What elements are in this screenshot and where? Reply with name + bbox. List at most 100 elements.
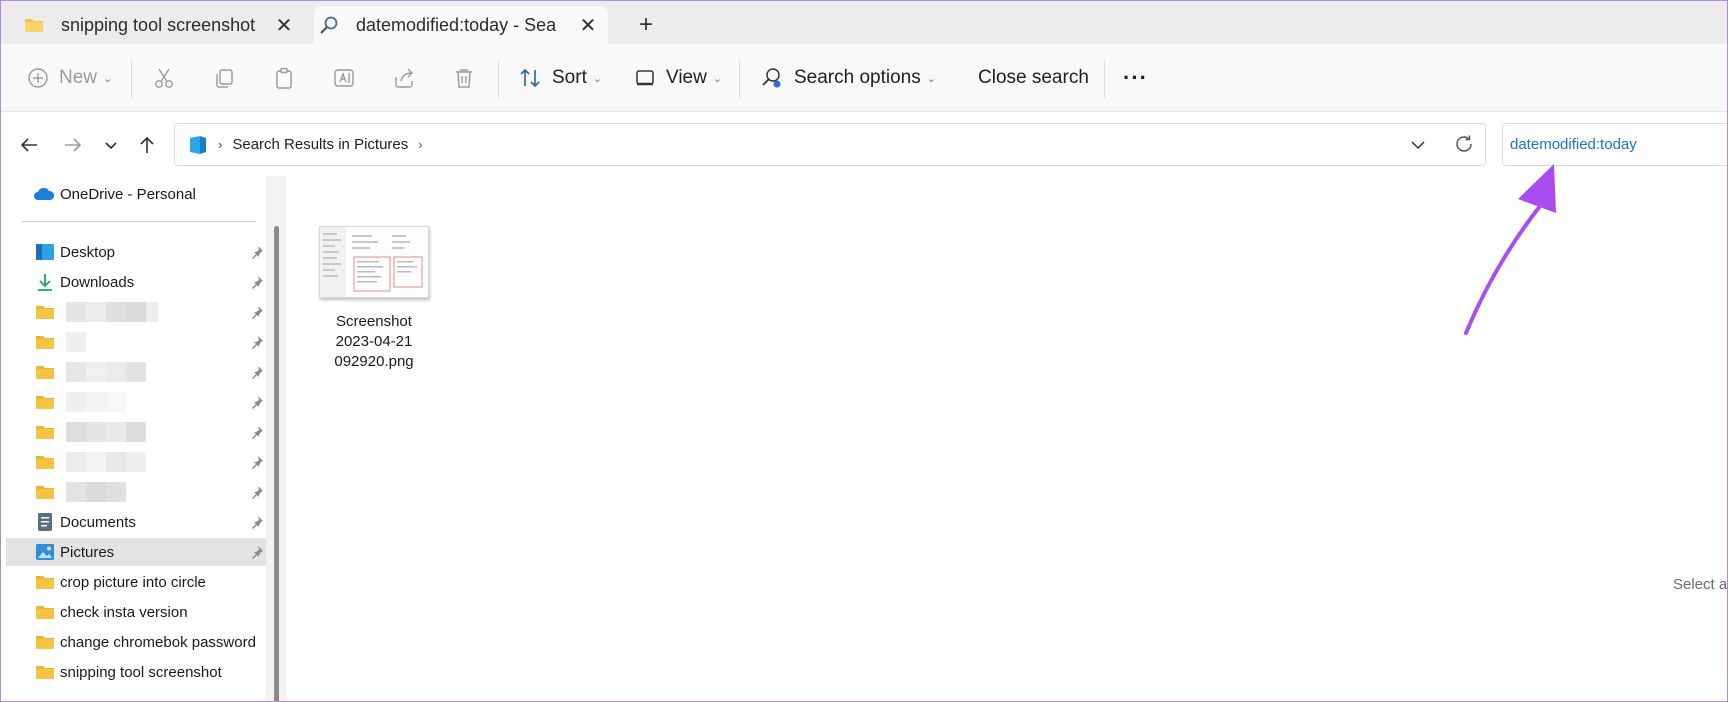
annotation-arrow	[1464, 164, 1556, 335]
sidebar-item-redacted-folder[interactable]	[6, 358, 266, 386]
file-name-line: Screenshot	[336, 313, 412, 330]
breadcrumb-separator-icon: ›	[418, 137, 423, 152]
pin-icon	[249, 454, 265, 470]
cut-button[interactable]	[152, 44, 176, 112]
paste-button[interactable]	[272, 44, 296, 112]
sidebar-divider	[22, 221, 256, 222]
up-button[interactable]	[132, 130, 162, 160]
sort-icon	[518, 66, 542, 90]
new-button[interactable]: New ⌄	[27, 44, 112, 112]
copy-icon	[212, 66, 236, 90]
sidebar-scrollbar-thumb[interactable]	[274, 226, 279, 701]
toolbar-divider	[498, 60, 499, 98]
delete-button[interactable]	[452, 44, 476, 112]
sidebar-item-redacted-folder[interactable]	[6, 478, 266, 506]
folder-icon	[34, 481, 56, 503]
search-icon	[314, 15, 344, 35]
sidebar-item-redacted-folder[interactable]	[6, 328, 266, 356]
more-options-button[interactable]: ···	[1123, 44, 1148, 112]
folder-icon	[34, 361, 56, 383]
share-icon	[392, 66, 416, 90]
close-tab-icon[interactable]: ✕	[576, 13, 600, 37]
breadcrumb-search-results[interactable]: Search Results in Pictures	[232, 136, 408, 153]
rename-icon	[332, 66, 356, 90]
folder-icon	[34, 391, 56, 413]
folder-icon	[34, 571, 56, 593]
chevron-down-icon: ⌄	[592, 72, 603, 85]
close-search-label: Close search	[978, 67, 1089, 88]
view-label: View	[666, 67, 707, 88]
toolbar-divider	[131, 60, 132, 98]
recent-locations-button[interactable]	[96, 130, 126, 160]
navigation-pane: OneDrive - Personal Desktop Downloads Do…	[1, 176, 266, 701]
close-tab-icon[interactable]: ✕	[272, 13, 296, 37]
sidebar-item-onedrive[interactable]: OneDrive - Personal	[6, 180, 266, 208]
sidebar-item-label: Desktop	[60, 243, 116, 261]
chevron-down-icon: ⌄	[926, 72, 936, 85]
breadcrumb-separator-icon: ›	[218, 137, 223, 152]
redacted-label	[66, 482, 126, 502]
sidebar-item-redacted-folder[interactable]	[6, 388, 266, 416]
sidebar-item-label: snipping tool screenshot	[60, 663, 222, 681]
tab-datemodified-search[interactable]: datemodified:today - Sea ✕	[314, 6, 608, 44]
sidebar-item-label: OneDrive - Personal	[60, 185, 196, 203]
cloud-icon	[33, 183, 55, 205]
sort-button[interactable]: Sort ⌄	[518, 44, 602, 112]
sidebar-item-check-insta[interactable]: check insta version	[6, 598, 266, 626]
sidebar-item-desktop[interactable]: Desktop	[6, 238, 266, 266]
sidebar-item-documents[interactable]: Documents	[6, 508, 266, 536]
chevron-down-icon	[105, 142, 117, 150]
close-search-button[interactable]: Close search	[978, 44, 1089, 112]
folder-icon	[34, 661, 56, 683]
clipboard-icon	[272, 66, 296, 90]
sidebar-item-pictures[interactable]: Pictures	[6, 538, 266, 566]
new-tab-button[interactable]: +	[631, 10, 661, 40]
toolbar-divider	[1104, 60, 1105, 98]
forward-button[interactable]	[58, 130, 88, 160]
pin-icon	[249, 334, 265, 350]
file-item[interactable]: Screenshot 2023-04-21 092920.png	[316, 226, 432, 372]
rename-button[interactable]	[332, 44, 356, 112]
sidebar-item-label: change chromebok password	[60, 633, 256, 651]
sidebar-item-change-chromebook[interactable]: change chromebok password	[6, 628, 266, 656]
command-bar: New ⌄ Sort ⌄ View ⌄ Search options ⌄ Clo…	[1, 44, 1727, 112]
folder-icon	[34, 601, 56, 623]
arrow-right-icon	[65, 138, 82, 152]
search-query: datemodified:today	[1510, 136, 1637, 153]
sidebar-item-redacted-folder[interactable]	[6, 298, 266, 326]
pin-icon	[249, 484, 265, 500]
sidebar-item-snipping-tool[interactable]: snipping tool screenshot	[6, 658, 266, 686]
tab-label: snipping tool screenshot	[61, 14, 256, 35]
redacted-label	[66, 362, 146, 382]
share-button[interactable]	[392, 44, 416, 112]
sidebar-item-downloads[interactable]: Downloads	[6, 268, 266, 296]
search-options-button[interactable]: Search options ⌄	[760, 44, 936, 112]
arrow-up-icon	[140, 136, 154, 153]
back-button[interactable]	[14, 130, 44, 160]
file-name-line: 2023-04-21	[335, 333, 413, 350]
pictures-location-icon	[188, 134, 208, 156]
details-pane-hint: Select a	[1673, 576, 1728, 593]
tab-snipping-tool-screenshot[interactable]: snipping tool screenshot ✕	[19, 6, 304, 44]
sidebar-item-label: crop picture into circle	[60, 573, 206, 591]
view-layout-icon	[634, 67, 656, 89]
address-bar[interactable]: › Search Results in Pictures ›	[174, 123, 1486, 166]
pin-icon	[249, 544, 265, 560]
sidebar-item-redacted-folder[interactable]	[6, 448, 266, 476]
tab-label: datemodified:today - Sea	[356, 14, 557, 35]
file-thumbnail	[319, 226, 429, 298]
sort-label: Sort	[552, 67, 587, 88]
sidebar-item-label: Downloads	[60, 273, 135, 291]
folder-icon	[34, 451, 56, 473]
search-options-icon	[760, 66, 784, 90]
search-input[interactable]: datemodified:today	[1502, 123, 1727, 166]
refresh-icon[interactable]	[1453, 133, 1475, 155]
view-button[interactable]: View ⌄	[634, 44, 722, 112]
sidebar-item-crop-picture[interactable]: crop picture into circle	[6, 568, 266, 596]
pin-icon	[249, 424, 265, 440]
sidebar-item-label: Documents	[60, 513, 136, 531]
folder-icon	[34, 631, 56, 653]
sidebar-item-redacted-folder[interactable]	[6, 418, 266, 446]
address-dropdown-icon[interactable]	[1408, 134, 1428, 154]
copy-button[interactable]	[212, 44, 236, 112]
